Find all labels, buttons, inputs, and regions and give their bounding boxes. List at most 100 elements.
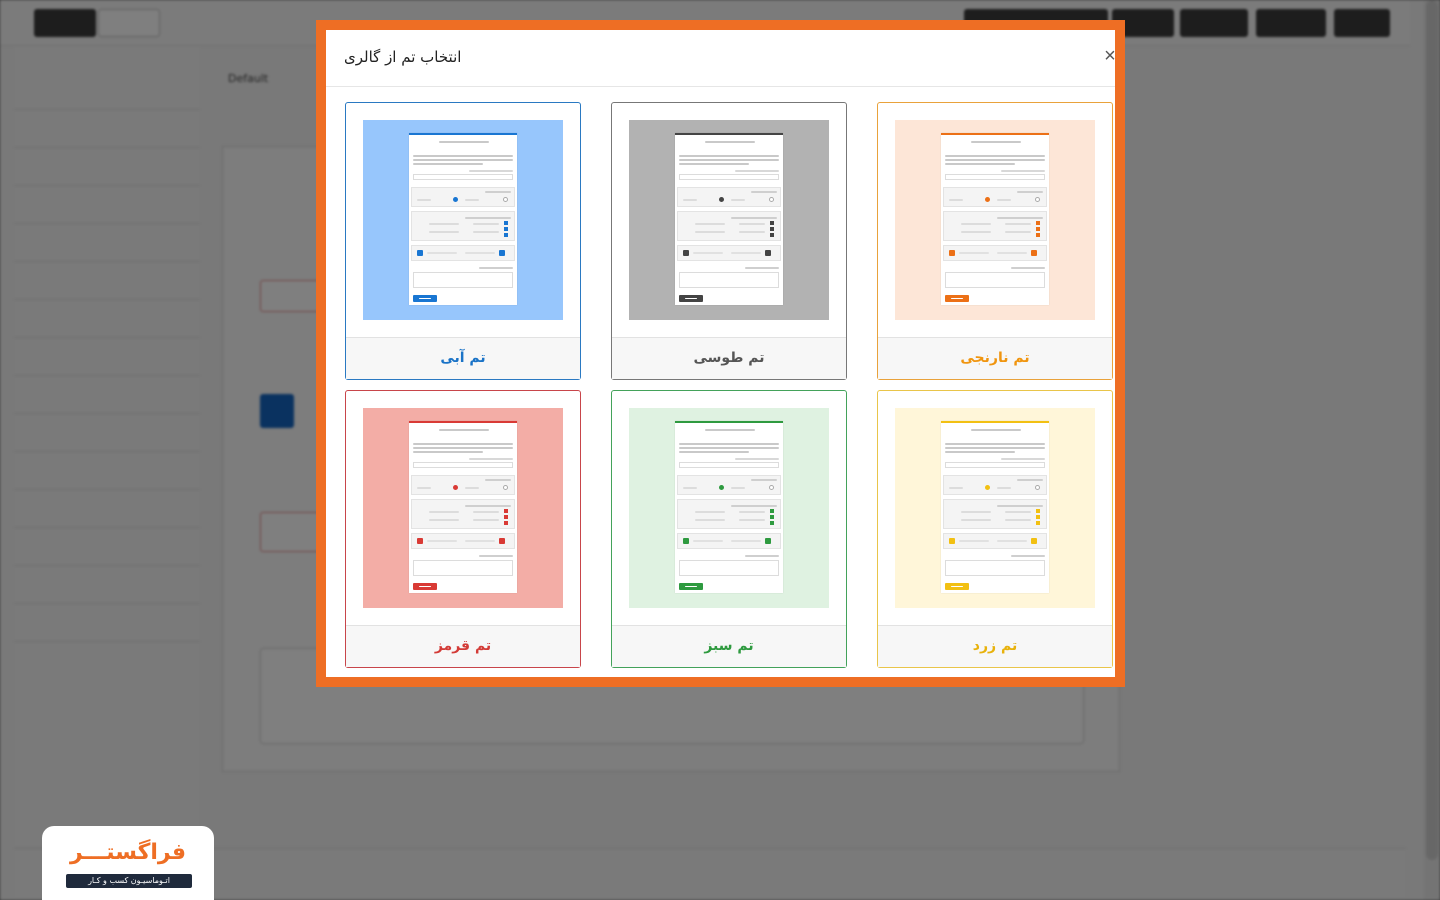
preview-line	[751, 479, 777, 481]
preview-submit-label	[419, 586, 431, 587]
preview-line	[735, 170, 779, 172]
preview-form	[409, 133, 517, 305]
preview-radio-selected	[719, 485, 724, 490]
preview-line	[945, 159, 1045, 161]
theme-preview-image	[629, 408, 829, 608]
preview-line	[1017, 191, 1043, 193]
preview-form	[409, 421, 517, 593]
preview-line	[1011, 555, 1045, 557]
preview-line	[745, 555, 779, 557]
preview-line	[683, 199, 697, 201]
preview-line	[465, 217, 511, 219]
preview-line	[739, 231, 765, 233]
preview-checkbox	[504, 233, 508, 237]
preview-line	[429, 519, 459, 521]
preview-radio-selected	[985, 197, 990, 202]
preview-line	[961, 231, 991, 233]
preview-line	[731, 217, 777, 219]
preview-radio-selected	[453, 485, 458, 490]
theme-preview-image	[629, 120, 829, 320]
theme-card[interactable]: تم سبز	[611, 390, 847, 668]
preview-submit-label	[951, 586, 963, 587]
preview-line	[997, 540, 1027, 542]
preview-line	[417, 199, 431, 201]
preview-line	[735, 458, 779, 460]
preview-upload	[499, 250, 505, 256]
theme-card-label: تم سبز	[612, 625, 846, 667]
preview-line	[485, 479, 511, 481]
preview-checkbox	[1036, 227, 1040, 231]
close-button[interactable]: ×	[1098, 44, 1122, 68]
theme-card[interactable]: تم قرمز	[345, 390, 581, 668]
preview-line	[679, 443, 779, 445]
preview-line	[705, 141, 755, 143]
preview-line	[465, 199, 479, 201]
preview-line	[429, 231, 459, 233]
preview-upload	[417, 538, 423, 544]
preview-upload	[683, 538, 689, 544]
preview-line	[695, 519, 725, 521]
preview-line	[971, 429, 1021, 431]
theme-card[interactable]: تم طوسی	[611, 102, 847, 380]
preview-line	[413, 451, 483, 453]
theme-card[interactable]: تم زرد	[877, 390, 1113, 668]
preview-field	[679, 174, 779, 180]
theme-card[interactable]: تم آبی	[345, 102, 581, 380]
preview-submit-label	[419, 298, 431, 299]
theme-preview-image	[895, 120, 1095, 320]
preview-line	[1017, 479, 1043, 481]
preview-line	[693, 540, 723, 542]
preview-line	[705, 429, 755, 431]
preview-radio	[769, 197, 774, 202]
preview-line	[1001, 458, 1045, 460]
preview-line	[465, 252, 495, 254]
preview-radio	[503, 485, 508, 490]
preview-line	[427, 252, 457, 254]
preview-section	[411, 187, 515, 207]
preview-line	[485, 191, 511, 193]
preview-radio-selected	[985, 485, 990, 490]
preview-line	[731, 199, 745, 201]
theme-preview-image	[895, 408, 1095, 608]
preview-field	[945, 462, 1045, 468]
preview-section	[677, 499, 781, 529]
preview-checkbox	[1036, 221, 1040, 225]
preview-line	[679, 451, 749, 453]
preview-upload	[949, 538, 955, 544]
preview-line	[473, 511, 499, 513]
preview-line	[945, 447, 1045, 449]
preview-line	[739, 519, 765, 521]
preview-line	[429, 511, 459, 513]
preview-line	[745, 267, 779, 269]
preview-checkbox	[770, 509, 774, 513]
preview-line	[997, 487, 1011, 489]
preview-line	[693, 252, 723, 254]
preview-line	[959, 540, 989, 542]
preview-checkbox	[770, 521, 774, 525]
preview-radio-selected	[719, 197, 724, 202]
theme-card[interactable]: تم نارنجی	[877, 102, 1113, 380]
preview-line	[479, 267, 513, 269]
preview-section	[411, 475, 515, 495]
theme-card-label: تم طوسی	[612, 337, 846, 379]
preview-textarea	[679, 272, 779, 288]
preview-checkbox	[770, 227, 774, 231]
preview-submit-label	[685, 586, 697, 587]
preview-line	[731, 252, 761, 254]
preview-line	[731, 487, 745, 489]
preview-field	[945, 174, 1045, 180]
preview-line	[413, 443, 513, 445]
theme-card-label: تم آبی	[346, 337, 580, 379]
preview-line	[997, 252, 1027, 254]
preview-line	[945, 443, 1045, 445]
preview-upload	[499, 538, 505, 544]
preview-line	[683, 487, 697, 489]
preview-line	[695, 511, 725, 513]
preview-section	[677, 187, 781, 207]
theme-card-label: تم نارنجی	[878, 337, 1112, 379]
modal-title: انتخاب تم از گالری	[344, 48, 462, 66]
preview-line	[961, 223, 991, 225]
logo-tagline: اتـوماسیـون کسب و کـار	[66, 874, 192, 888]
preview-line	[473, 231, 499, 233]
preview-section	[943, 187, 1047, 207]
